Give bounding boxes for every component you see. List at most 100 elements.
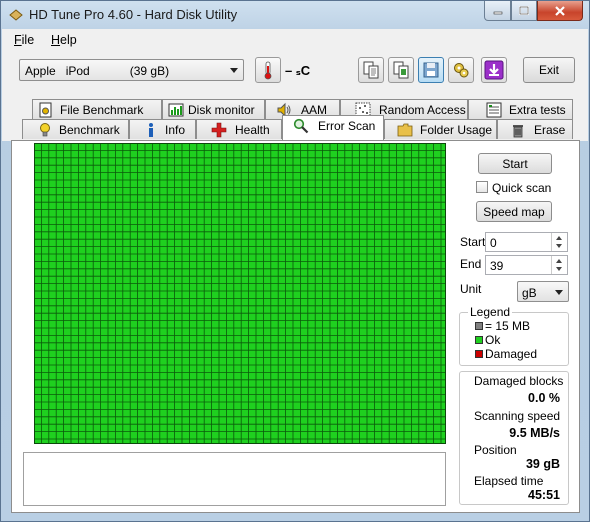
legend-ok-swatch — [475, 336, 483, 344]
tab-disk-monitor[interactable]: Disk monitor — [162, 99, 265, 119]
menu-bar: File Help — [2, 29, 588, 52]
menu-help-accel: H — [51, 33, 61, 47]
copy-text-button[interactable] — [358, 57, 384, 83]
unit-label: Unit — [460, 282, 482, 296]
window-title: HD Tune Pro 4.60 - Hard Disk Utility — [29, 7, 238, 22]
start-field-label: Start — [460, 235, 486, 249]
toolbar: Apple iPod (39 gB) – ₛC Exit — [2, 51, 588, 95]
chevron-down-icon — [556, 267, 562, 271]
save-button[interactable] — [418, 57, 444, 83]
damaged-blocks-label: Damaged blocks — [474, 374, 564, 388]
scan-grid-fill — [34, 143, 446, 444]
end-field-label: End — [460, 257, 482, 271]
chevron-down-icon — [556, 244, 562, 248]
folder-icon — [397, 123, 413, 137]
minimize-icon — [493, 11, 502, 14]
scanning-speed-label: Scanning speed — [474, 409, 561, 423]
drive-select-value: Apple iPod (39 gB) — [25, 64, 170, 78]
unit-select-value: gB — [522, 286, 537, 300]
title-bar: HD Tune Pro 4.60 - Hard Disk Utility — [1, 1, 589, 29]
tab-erase[interactable]: Erase — [497, 119, 573, 139]
maximize-icon — [519, 6, 529, 15]
tab-label: Erase — [534, 123, 566, 137]
end-input[interactable]: 39 — [485, 255, 568, 275]
tab-folder-usage[interactable]: Folder Usage — [384, 119, 497, 139]
menu-help-rest: elp — [60, 33, 77, 47]
legend-ok-label: Ok — [485, 333, 501, 347]
error-scan-panel: Start Quick scan Speed map Start 0 End 3… — [11, 140, 580, 513]
temperature-value: – ₛC — [285, 63, 311, 78]
minimize-button[interactable] — [484, 1, 511, 21]
tab-label: Benchmark — [59, 123, 120, 137]
disk-monitor-icon — [168, 103, 184, 117]
chevron-up-icon — [556, 259, 562, 263]
close-button[interactable] — [537, 1, 583, 21]
copy-screenshot-icon — [393, 61, 409, 79]
scan-log[interactable] — [23, 452, 446, 506]
drive-select[interactable]: Apple iPod (39 gB) — [19, 59, 244, 81]
tab-health[interactable]: Health — [196, 119, 282, 139]
magnifier-icon — [293, 118, 309, 134]
elapsed-time-label: Elapsed time — [474, 474, 544, 488]
menu-help[interactable]: Help — [51, 33, 77, 47]
tab-label: Error Scan — [318, 119, 376, 133]
position-value: 39 gB — [525, 457, 560, 471]
start-stepper[interactable] — [551, 233, 567, 251]
tab-label: File Benchmark — [60, 103, 144, 117]
close-icon — [555, 5, 565, 16]
tab-label: Random Access — [379, 103, 466, 117]
temperature-button[interactable] — [255, 57, 281, 83]
tab-extra-tests[interactable]: Extra tests — [468, 99, 573, 119]
tab-file-benchmark[interactable]: File Benchmark — [32, 99, 162, 119]
menu-file-accel: F — [14, 33, 22, 47]
legend-block-swatch — [475, 322, 483, 330]
menu-file-rest: ile — [21, 33, 35, 47]
tab-benchmark[interactable]: Benchmark — [22, 119, 129, 139]
speed-map-button[interactable]: Speed map — [476, 201, 552, 222]
copy-text-icon — [363, 61, 379, 79]
start-input-value: 0 — [490, 236, 497, 250]
file-benchmark-icon — [39, 102, 52, 118]
thermometer-icon — [264, 61, 272, 80]
info-icon — [149, 123, 153, 137]
trash-icon — [513, 125, 523, 138]
app-icon — [9, 9, 23, 21]
chevron-up-icon — [556, 236, 562, 240]
tab-strip: File Benchmark Disk monitor AAM Random A… — [2, 95, 588, 141]
tab-error-scan[interactable]: Error Scan — [282, 115, 384, 140]
tab-label: Folder Usage — [420, 123, 493, 137]
scan-block-grid — [34, 143, 446, 444]
tab-info[interactable]: Info — [129, 119, 196, 139]
health-cross-icon — [211, 122, 227, 138]
tab-label: Health — [235, 123, 270, 137]
elapsed-time-value: 45:51 — [528, 488, 560, 502]
quick-scan-checkbox[interactable] — [476, 181, 488, 193]
download-button[interactable] — [481, 57, 507, 83]
legend-damaged-label: Damaged — [485, 347, 538, 361]
save-icon — [423, 62, 439, 78]
position-label: Position — [474, 443, 517, 457]
maximize-button[interactable] — [511, 1, 537, 21]
end-input-value: 39 — [490, 259, 504, 273]
tab-label: Disk monitor — [188, 103, 255, 117]
start-input[interactable]: 0 — [485, 232, 568, 252]
chevron-down-icon — [555, 290, 563, 295]
start-scan-button[interactable]: Start — [478, 153, 552, 174]
legend-title: Legend — [468, 305, 513, 319]
scanning-speed-value: 9.5 MB/s — [509, 426, 560, 440]
tab-label: Info — [165, 123, 186, 137]
settings-icon — [454, 63, 469, 78]
app-window: HD Tune Pro 4.60 - Hard Disk Utility Fil… — [0, 0, 590, 522]
menu-file[interactable]: File — [14, 33, 34, 47]
exit-button[interactable]: Exit — [523, 57, 575, 83]
end-stepper[interactable] — [551, 256, 567, 274]
extra-tests-icon — [486, 102, 502, 118]
damaged-blocks-value: 0.0 % — [528, 391, 560, 405]
legend-damaged-swatch — [475, 350, 483, 358]
unit-select[interactable]: gB — [517, 281, 569, 302]
download-icon — [484, 60, 504, 80]
legend-block-size: = 15 MB — [485, 319, 531, 333]
options-button[interactable] — [448, 57, 474, 83]
quick-scan-label: Quick scan — [492, 181, 552, 195]
copy-screenshot-button[interactable] — [388, 57, 414, 83]
